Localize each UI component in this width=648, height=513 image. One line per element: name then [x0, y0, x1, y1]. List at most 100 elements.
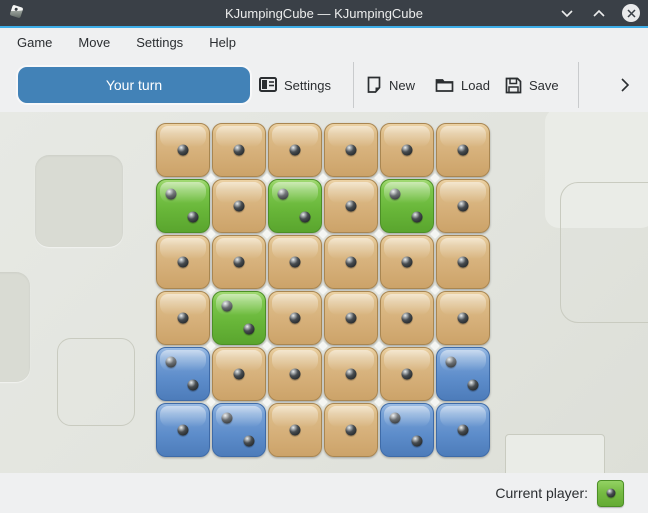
titlebar: KJumpingCube — KJumpingCube [0, 0, 648, 26]
cube-dot [411, 212, 422, 223]
maximize-button[interactable] [590, 4, 608, 22]
cube-dot [458, 201, 469, 212]
settings-button-label: Settings [284, 78, 331, 93]
cube-r4c3[interactable] [268, 291, 322, 345]
cube-r1c4[interactable] [324, 123, 378, 177]
cube-r5c2[interactable] [212, 347, 266, 401]
cube-dot [234, 145, 245, 156]
chevron-down-icon [560, 9, 574, 18]
cube-r2c4[interactable] [324, 179, 378, 233]
save-floppy-icon [505, 77, 522, 94]
cube-r2c6[interactable] [436, 179, 490, 233]
new-button[interactable]: New [366, 67, 415, 103]
cube-r2c3[interactable] [268, 179, 322, 233]
cube-dot [178, 257, 189, 268]
cube-r6c4[interactable] [324, 403, 378, 457]
cube-dot [243, 324, 254, 335]
cube-dot [346, 369, 357, 380]
cube-r4c4[interactable] [324, 291, 378, 345]
cube-r1c6[interactable] [436, 123, 490, 177]
cube-dot [402, 257, 413, 268]
cube-dot [458, 313, 469, 324]
menu-game[interactable]: Game [4, 28, 65, 58]
menu-move[interactable]: Move [65, 28, 123, 58]
cube-dot [166, 356, 177, 367]
cube-r2c5[interactable] [380, 179, 434, 233]
cube-dot [390, 188, 401, 199]
settings-button[interactable]: Settings [259, 67, 331, 103]
cube-dot [402, 145, 413, 156]
background-decoration [505, 434, 605, 473]
background-decoration [35, 155, 123, 247]
cube-r1c2[interactable] [212, 123, 266, 177]
menu-settings[interactable]: Settings [123, 28, 196, 58]
close-button[interactable] [622, 4, 640, 22]
cube-r5c3[interactable] [268, 347, 322, 401]
cube-r4c5[interactable] [380, 291, 434, 345]
cube-dot [411, 436, 422, 447]
cube-r3c1[interactable] [156, 235, 210, 289]
cube-dot [178, 145, 189, 156]
kjumpingcube-window: KJumpingCube — KJumpingCube Game Move Se… [0, 0, 648, 513]
cube-dot [458, 257, 469, 268]
cube-dot [402, 369, 413, 380]
cube-dot [187, 380, 198, 391]
load-button[interactable]: Load [435, 67, 490, 103]
cube-r1c1[interactable] [156, 123, 210, 177]
cube-r5c1[interactable] [156, 347, 210, 401]
cube-dot [178, 425, 189, 436]
cube-r6c1[interactable] [156, 403, 210, 457]
window-title: KJumpingCube — KJumpingCube [0, 6, 648, 21]
cube-dot [299, 212, 310, 223]
cube-dot [446, 356, 457, 367]
cube-r2c1[interactable] [156, 179, 210, 233]
cube-dot [290, 369, 301, 380]
turn-indicator: Your turn [18, 67, 250, 103]
chevron-up-icon [592, 9, 606, 18]
background-decoration [57, 338, 135, 426]
cube-r6c5[interactable] [380, 403, 434, 457]
cube-r6c6[interactable] [436, 403, 490, 457]
cube-dot [290, 425, 301, 436]
cube-r1c3[interactable] [268, 123, 322, 177]
toolbar-separator-2 [578, 62, 579, 108]
cube-r1c5[interactable] [380, 123, 434, 177]
cube-dot [346, 425, 357, 436]
cube-r2c2[interactable] [212, 179, 266, 233]
cube-dot [278, 188, 289, 199]
cube-r6c3[interactable] [268, 403, 322, 457]
new-button-label: New [389, 78, 415, 93]
game-board [156, 123, 490, 457]
cube-dot [234, 257, 245, 268]
menu-help[interactable]: Help [196, 28, 249, 58]
close-icon [622, 4, 640, 22]
minimize-button[interactable] [558, 4, 576, 22]
cube-r5c6[interactable] [436, 347, 490, 401]
cube-dot [222, 412, 233, 423]
cube-r4c2[interactable] [212, 291, 266, 345]
cube-r3c2[interactable] [212, 235, 266, 289]
cube-dot [402, 313, 413, 324]
menubar: Game Move Settings Help [0, 28, 648, 58]
cube-r3c3[interactable] [268, 235, 322, 289]
cube-dot [346, 145, 357, 156]
cube-r3c5[interactable] [380, 235, 434, 289]
current-player-cube [597, 480, 624, 507]
cube-r4c6[interactable] [436, 291, 490, 345]
cube-dot [234, 201, 245, 212]
cube-r5c5[interactable] [380, 347, 434, 401]
cube-dot [458, 425, 469, 436]
cube-dot [222, 300, 233, 311]
save-button[interactable]: Save [505, 67, 559, 103]
current-player-label: Current player: [495, 485, 588, 501]
cube-r3c4[interactable] [324, 235, 378, 289]
app-cube-icon[interactable] [9, 5, 25, 21]
chevron-right-icon [620, 77, 630, 93]
toolbar-overflow-button[interactable] [608, 67, 642, 103]
cube-r6c2[interactable] [212, 403, 266, 457]
cube-dot [467, 380, 478, 391]
cube-dot [234, 369, 245, 380]
cube-r5c4[interactable] [324, 347, 378, 401]
cube-r3c6[interactable] [436, 235, 490, 289]
cube-r4c1[interactable] [156, 291, 210, 345]
